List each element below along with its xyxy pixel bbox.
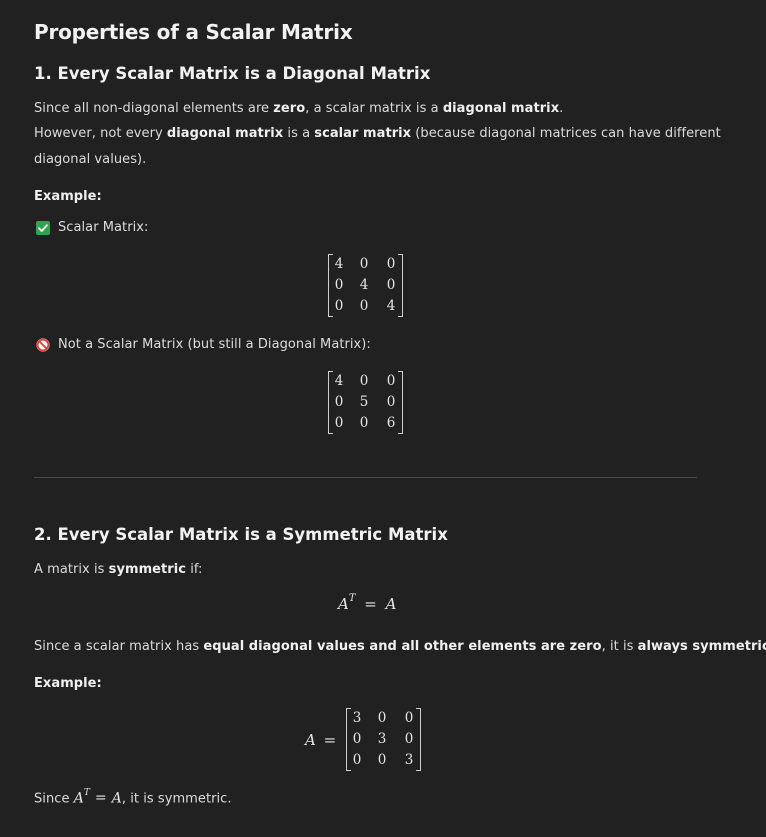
matrix-cell: 0 [359,298,369,314]
section-1-paragraph-line-3: diagonal values). [34,152,147,167]
not-scalar-matrix-label: Not a Scalar Matrix (but still a Diagona… [58,337,371,352]
scalar-matrix-example: 4 0 0 0 4 0 0 0 4 [328,254,403,317]
section-2-heading: 2. Every Scalar Matrix is a Symmetric Ma… [34,525,448,544]
matrix-cell: 0 [377,752,387,768]
transpose-equation: AT = A [338,593,397,613]
matrix-cell: 0 [334,298,344,314]
symmetric-definition: A matrix is symmetric if: [34,562,203,577]
matrix-cell: 0 [334,277,344,293]
right-bracket [398,254,403,317]
matrix-cell: 3 [377,731,387,747]
matrix-cell: 0 [352,731,362,747]
matrix-cell: 5 [359,394,369,410]
diagonal-matrix-example: 4 0 0 0 5 0 0 0 6 [328,371,403,434]
section-1-paragraph-line-2: However, not every diagonal matrix is a … [34,126,721,141]
matrix-cell: 3 [352,710,362,726]
section-1-paragraph-line-1: Since all non-diagonal elements are zero… [34,101,564,116]
section-1-heading: 1. Every Scalar Matrix is a Diagonal Mat… [34,64,431,83]
matrix-cell: 0 [386,277,396,293]
symmetric-matrix-example: 3 0 0 0 3 0 0 0 3 [346,708,421,771]
right-bracket [398,371,403,434]
matrix-cell: 0 [352,752,362,768]
symmetric-explanation: Since a scalar matrix has equal diagonal… [34,639,766,654]
right-bracket [416,708,421,771]
matrix-cell: 3 [404,752,414,768]
prohibited-icon [36,338,50,352]
matrix-cell: 0 [404,731,414,747]
matrix-cell: 0 [386,256,396,272]
matrix-cell: 0 [334,415,344,431]
symmetric-conclusion: Since AT = A, it is symmetric. [34,788,232,807]
matrix-cell: 0 [377,710,387,726]
matrix-a-equals: A = [305,731,337,749]
section-divider [34,477,697,478]
matrix-cell: 4 [334,256,344,272]
matrix-cell: 4 [359,277,369,293]
matrix-cell: 0 [386,394,396,410]
matrix-cell: 4 [386,298,396,314]
matrix-cell: 0 [359,415,369,431]
matrix-cell: 4 [334,373,344,389]
example-label-2: Example: [34,676,102,691]
matrix-cell: 0 [359,373,369,389]
page-title: Properties of a Scalar Matrix [34,20,353,44]
matrix-cell: 0 [386,373,396,389]
example-label-1: Example: [34,189,102,204]
scalar-matrix-label: Scalar Matrix: [58,220,149,235]
matrix-cell: 0 [404,710,414,726]
matrix-cell: 0 [359,256,369,272]
matrix-cell: 6 [386,415,396,431]
matrix-cell: 0 [334,394,344,410]
check-icon [36,221,50,235]
